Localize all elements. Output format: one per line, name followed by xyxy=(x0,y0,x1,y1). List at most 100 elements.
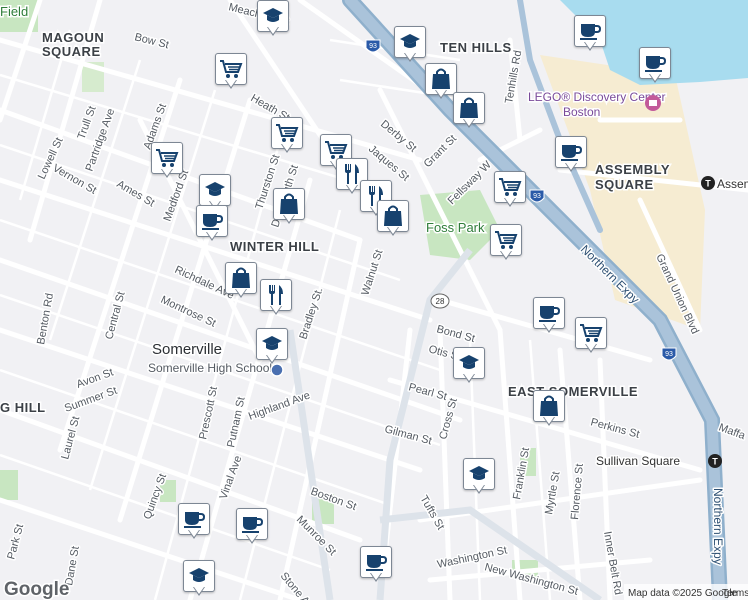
coffee-marker[interactable] xyxy=(574,15,606,55)
shopping-bag-icon xyxy=(279,193,299,215)
fork-knife-icon xyxy=(266,284,286,306)
shopping-cart-icon xyxy=(579,323,603,343)
svg-text:Park St: Park St xyxy=(5,523,26,561)
svg-text:Benton Rd: Benton Rd xyxy=(35,292,56,345)
google-logo[interactable]: Google xyxy=(3,578,71,600)
label-assembly: ASSEMBLY xyxy=(595,162,670,177)
graduation-cap-icon xyxy=(188,567,210,585)
park-left xyxy=(0,470,18,500)
svg-text:T: T xyxy=(705,179,711,189)
graduation-cap-icon xyxy=(399,33,421,51)
shopping-marker[interactable] xyxy=(225,262,257,302)
coffee-cup-icon xyxy=(644,54,666,72)
label-field: Field xyxy=(0,4,28,19)
svg-text:Grant St: Grant St xyxy=(422,133,459,170)
coffee-marker[interactable] xyxy=(639,47,671,87)
coffee-cup-icon xyxy=(560,143,582,161)
svg-text:28: 28 xyxy=(436,297,445,306)
education-marker[interactable] xyxy=(257,0,289,40)
coffee-cup-icon xyxy=(538,304,560,322)
svg-text:Maffa: Maffa xyxy=(717,422,748,443)
svg-text:Bow St: Bow St xyxy=(133,31,170,51)
shopping-marker[interactable] xyxy=(377,200,409,240)
graduation-cap-icon xyxy=(204,181,226,199)
shopping-bag-icon xyxy=(431,68,451,90)
shopping-marker[interactable] xyxy=(453,92,485,132)
coffee-marker[interactable] xyxy=(236,508,268,548)
label-foss-park: Foss Park xyxy=(426,220,485,235)
label-lego-discovery: LEGO® Discovery Center xyxy=(528,90,666,104)
shopping-cart-icon xyxy=(219,59,243,79)
coffee-marker[interactable] xyxy=(178,503,210,543)
label-lego-discovery-2: Boston xyxy=(563,105,600,119)
shield-28: 28 xyxy=(430,293,450,309)
shopping-cart-icon xyxy=(494,230,518,250)
education-marker[interactable] xyxy=(256,328,288,368)
label-somerville-high: Somerville High School xyxy=(148,361,272,375)
svg-text:Tenhills Rd: Tenhills Rd xyxy=(503,49,524,104)
fork-knife-icon xyxy=(342,163,362,185)
shopping-bag-icon xyxy=(459,97,479,119)
svg-text:Bradley St.: Bradley St. xyxy=(297,286,325,341)
svg-text:93: 93 xyxy=(369,43,377,50)
coffee-marker[interactable] xyxy=(196,205,228,245)
map-canvas[interactable]: 93 93 93 28 MAGOUN SQUARE TEN HILLS WINT… xyxy=(0,0,748,600)
label-g-hill: G HILL xyxy=(0,400,46,415)
shopping-marker[interactable] xyxy=(273,188,305,228)
shopping-marker[interactable] xyxy=(533,390,565,430)
coffee-marker[interactable] xyxy=(360,546,392,586)
shield-93-bottom: 93 xyxy=(661,347,677,361)
shopping-bag-icon xyxy=(383,205,403,227)
graduation-cap-icon xyxy=(262,7,284,25)
graduation-cap-icon xyxy=(468,465,490,483)
svg-text:Prescott St: Prescott St xyxy=(197,386,220,441)
label-assembly-station: Assembly xyxy=(717,177,748,191)
label-northern-expy-2: Northern Expy xyxy=(711,488,725,565)
svg-text:Vinal Ave: Vinal Ave xyxy=(218,454,245,501)
label-east-somerville: EAST SOMERVILLE xyxy=(508,384,638,399)
coffee-cup-icon xyxy=(579,22,601,40)
coffee-cup-icon xyxy=(201,212,223,230)
education-marker[interactable] xyxy=(183,560,215,600)
shopping-bag-icon xyxy=(539,395,559,417)
coffee-cup-icon xyxy=(365,553,387,571)
label-winter-hill: WINTER HILL xyxy=(230,239,319,254)
grocery-marker[interactable] xyxy=(494,171,526,211)
shopping-cart-icon xyxy=(324,140,348,160)
label-magoun-square: MAGOUN xyxy=(42,30,104,45)
label-square: SQUARE xyxy=(595,177,654,192)
coffee-marker[interactable] xyxy=(555,136,587,176)
lego-poi-icon[interactable] xyxy=(645,95,661,111)
svg-text:Ames St: Ames St xyxy=(115,178,157,209)
label-somerville: Somerville xyxy=(152,341,222,358)
graduation-cap-icon xyxy=(261,335,283,353)
map-terms-link[interactable]: Terms xyxy=(722,588,748,599)
svg-text:93: 93 xyxy=(665,351,673,358)
graduation-cap-icon xyxy=(458,354,480,372)
grocery-marker[interactable] xyxy=(271,117,303,157)
education-marker[interactable] xyxy=(453,347,485,387)
coffee-marker[interactable] xyxy=(533,297,565,337)
shopping-cart-icon xyxy=(275,123,299,143)
shield-93-middle: 93 xyxy=(529,189,545,203)
label-sullivan-square: Sullivan Square xyxy=(596,454,680,468)
education-marker[interactable] xyxy=(463,458,495,498)
shield-93-top: 93 xyxy=(365,39,381,53)
assembly-transit-icon[interactable]: T xyxy=(701,176,715,190)
sullivan-transit-icon[interactable]: T xyxy=(708,454,722,468)
grocery-marker[interactable] xyxy=(575,317,607,357)
shopping-cart-icon xyxy=(155,148,179,168)
label-magoun-square-2: SQUARE xyxy=(42,44,101,59)
grocery-marker[interactable] xyxy=(490,224,522,264)
education-marker[interactable] xyxy=(394,26,426,66)
coffee-cup-icon xyxy=(241,515,263,533)
grocery-marker[interactable] xyxy=(151,142,183,182)
grocery-marker[interactable] xyxy=(215,53,247,93)
svg-text:93: 93 xyxy=(533,193,541,200)
shopping-cart-icon xyxy=(498,177,522,197)
label-ten-hills: TEN HILLS xyxy=(440,40,512,55)
svg-text:Summer St: Summer St xyxy=(63,385,119,415)
restaurant-marker[interactable] xyxy=(260,279,292,319)
svg-text:Myrtle St: Myrtle St xyxy=(543,471,562,516)
shopping-bag-icon xyxy=(231,267,251,289)
